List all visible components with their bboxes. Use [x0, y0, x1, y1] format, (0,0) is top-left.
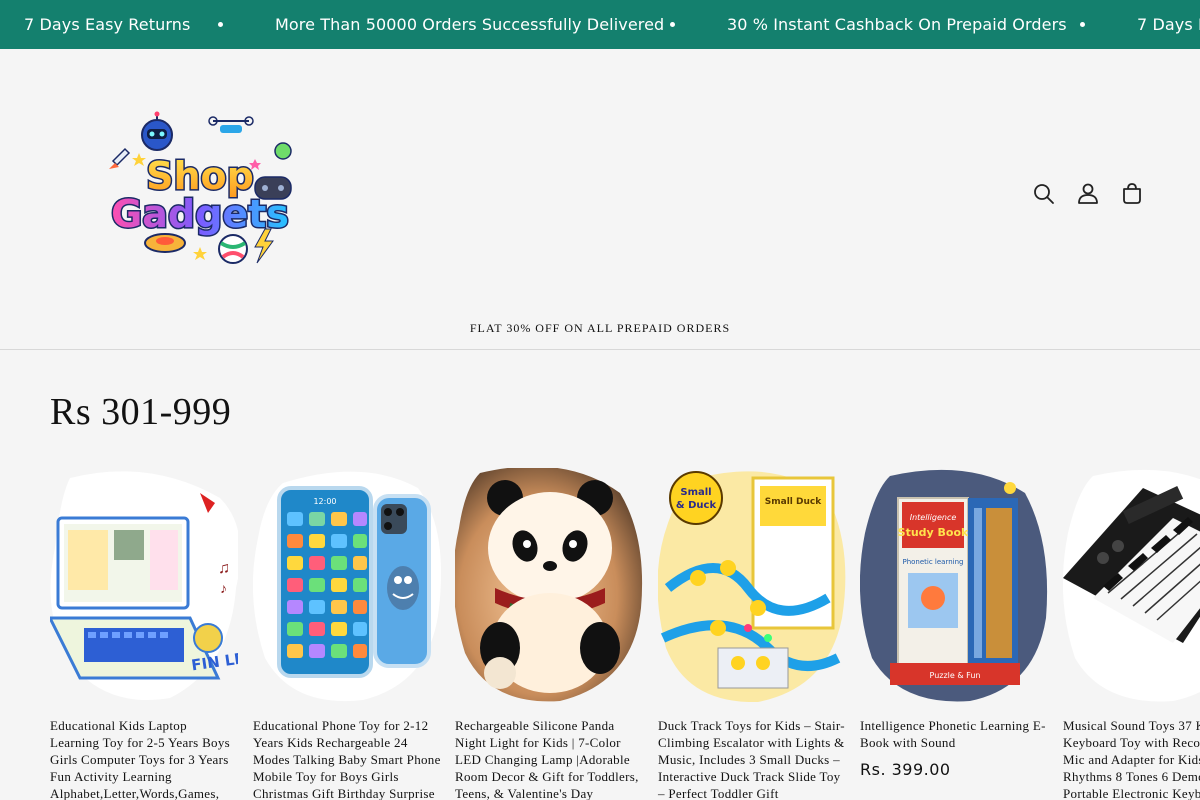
product-image-panda — [455, 468, 643, 702]
account-icon[interactable] — [1074, 180, 1102, 208]
ticker-separator-dot — [1080, 22, 1085, 27]
product-card[interactable]: Musical Sound Toys 37 Key Keyboard Toy w… — [1063, 468, 1200, 800]
product-price: Rs. 399.00 — [860, 760, 951, 779]
announcement-text: FLAT 30% OFF ON ALL PREPAID ORDERS — [469, 321, 731, 335]
svg-text:Study Book: Study Book — [898, 526, 969, 539]
svg-text:Intelligence: Intelligence — [910, 513, 957, 522]
ticker-item: 30 % Instant Cashback On Prepaid Orders — [727, 15, 1067, 34]
product-title[interactable]: Musical Sound Toys 37 Key Keyboard Toy w… — [1063, 717, 1200, 800]
svg-text:♫: ♫ — [218, 560, 230, 577]
product-card[interactable]: 12:00 Educational Phone Toy for 2-12 Yea… — [253, 468, 441, 800]
product-title[interactable]: Educational Kids Laptop Learning Toy for… — [50, 717, 238, 800]
book-subtitle: Phonetic learning — [902, 558, 963, 566]
duck-box-label: Small Duck — [765, 497, 822, 507]
ticker-separator-dot — [218, 22, 223, 27]
ticker-item: 7 Days Easy Returns — [24, 15, 191, 34]
product-card[interactable]: Small Duck Small & Duck Duck Track Toys … — [658, 468, 846, 800]
ticker-item: More Than 50000 Orders Successfully Deli… — [275, 15, 665, 34]
product-image-duck-track: Small Duck Small & Duck — [658, 471, 846, 702]
product-image-study-book: Intelligence Study Book Phonetic learnin… — [860, 469, 1048, 702]
phone-image-time: 12:00 — [313, 497, 336, 506]
product-image-keyboard — [1063, 469, 1200, 702]
svg-text:Small: Small — [680, 487, 711, 498]
svg-text:& Duck: & Duck — [676, 500, 717, 511]
product-title[interactable]: Intelligence Phonetic Learning E-Book wi… — [860, 717, 1048, 751]
logo-text-gadgets: Gadgets — [111, 192, 289, 236]
product-title[interactable]: Rechargeable Silicone Panda Night Light … — [455, 717, 643, 800]
product-card[interactable]: ♫ ♪ FIN LET Educational Kids Laptop Lear… — [50, 468, 238, 800]
product-card[interactable]: Rechargeable Silicone Panda Night Light … — [455, 468, 643, 800]
site-header: Shop Gadgets FLAT 30% OFF ON ALL PREPAID… — [0, 49, 1200, 350]
product-title[interactable]: Duck Track Toys for Kids – Stair-Climbin… — [658, 717, 846, 800]
product-title[interactable]: Educational Phone Toy for 2-12 Years Kid… — [253, 717, 441, 800]
ticker-separator-dot — [670, 22, 675, 27]
ticker-item: 7 Days Easy Returns — [1137, 15, 1200, 34]
cart-icon[interactable] — [1118, 180, 1146, 208]
product-card[interactable]: Intelligence Study Book Phonetic learnin… — [860, 468, 1048, 779]
promo-ticker: 7 Days Easy Returns More Than 50000 Orde… — [0, 0, 1200, 49]
book-footer: Puzzle & Fun — [930, 671, 981, 680]
svg-text:♪: ♪ — [220, 580, 227, 596]
product-image-phone: 12:00 — [253, 471, 441, 701]
search-icon[interactable] — [1030, 180, 1058, 208]
collection-title: Rs 301-999 — [50, 391, 232, 433]
shop-gadgets-logo: Shop Gadgets — [109, 111, 292, 264]
header-icons — [1030, 180, 1150, 208]
product-grid: ♫ ♪ FIN LET Educational Kids Laptop Lear… — [0, 468, 1200, 800]
product-image-laptop: ♫ ♪ FIN LET — [50, 471, 238, 700]
logo-link[interactable]: Shop Gadgets — [95, 111, 305, 271]
